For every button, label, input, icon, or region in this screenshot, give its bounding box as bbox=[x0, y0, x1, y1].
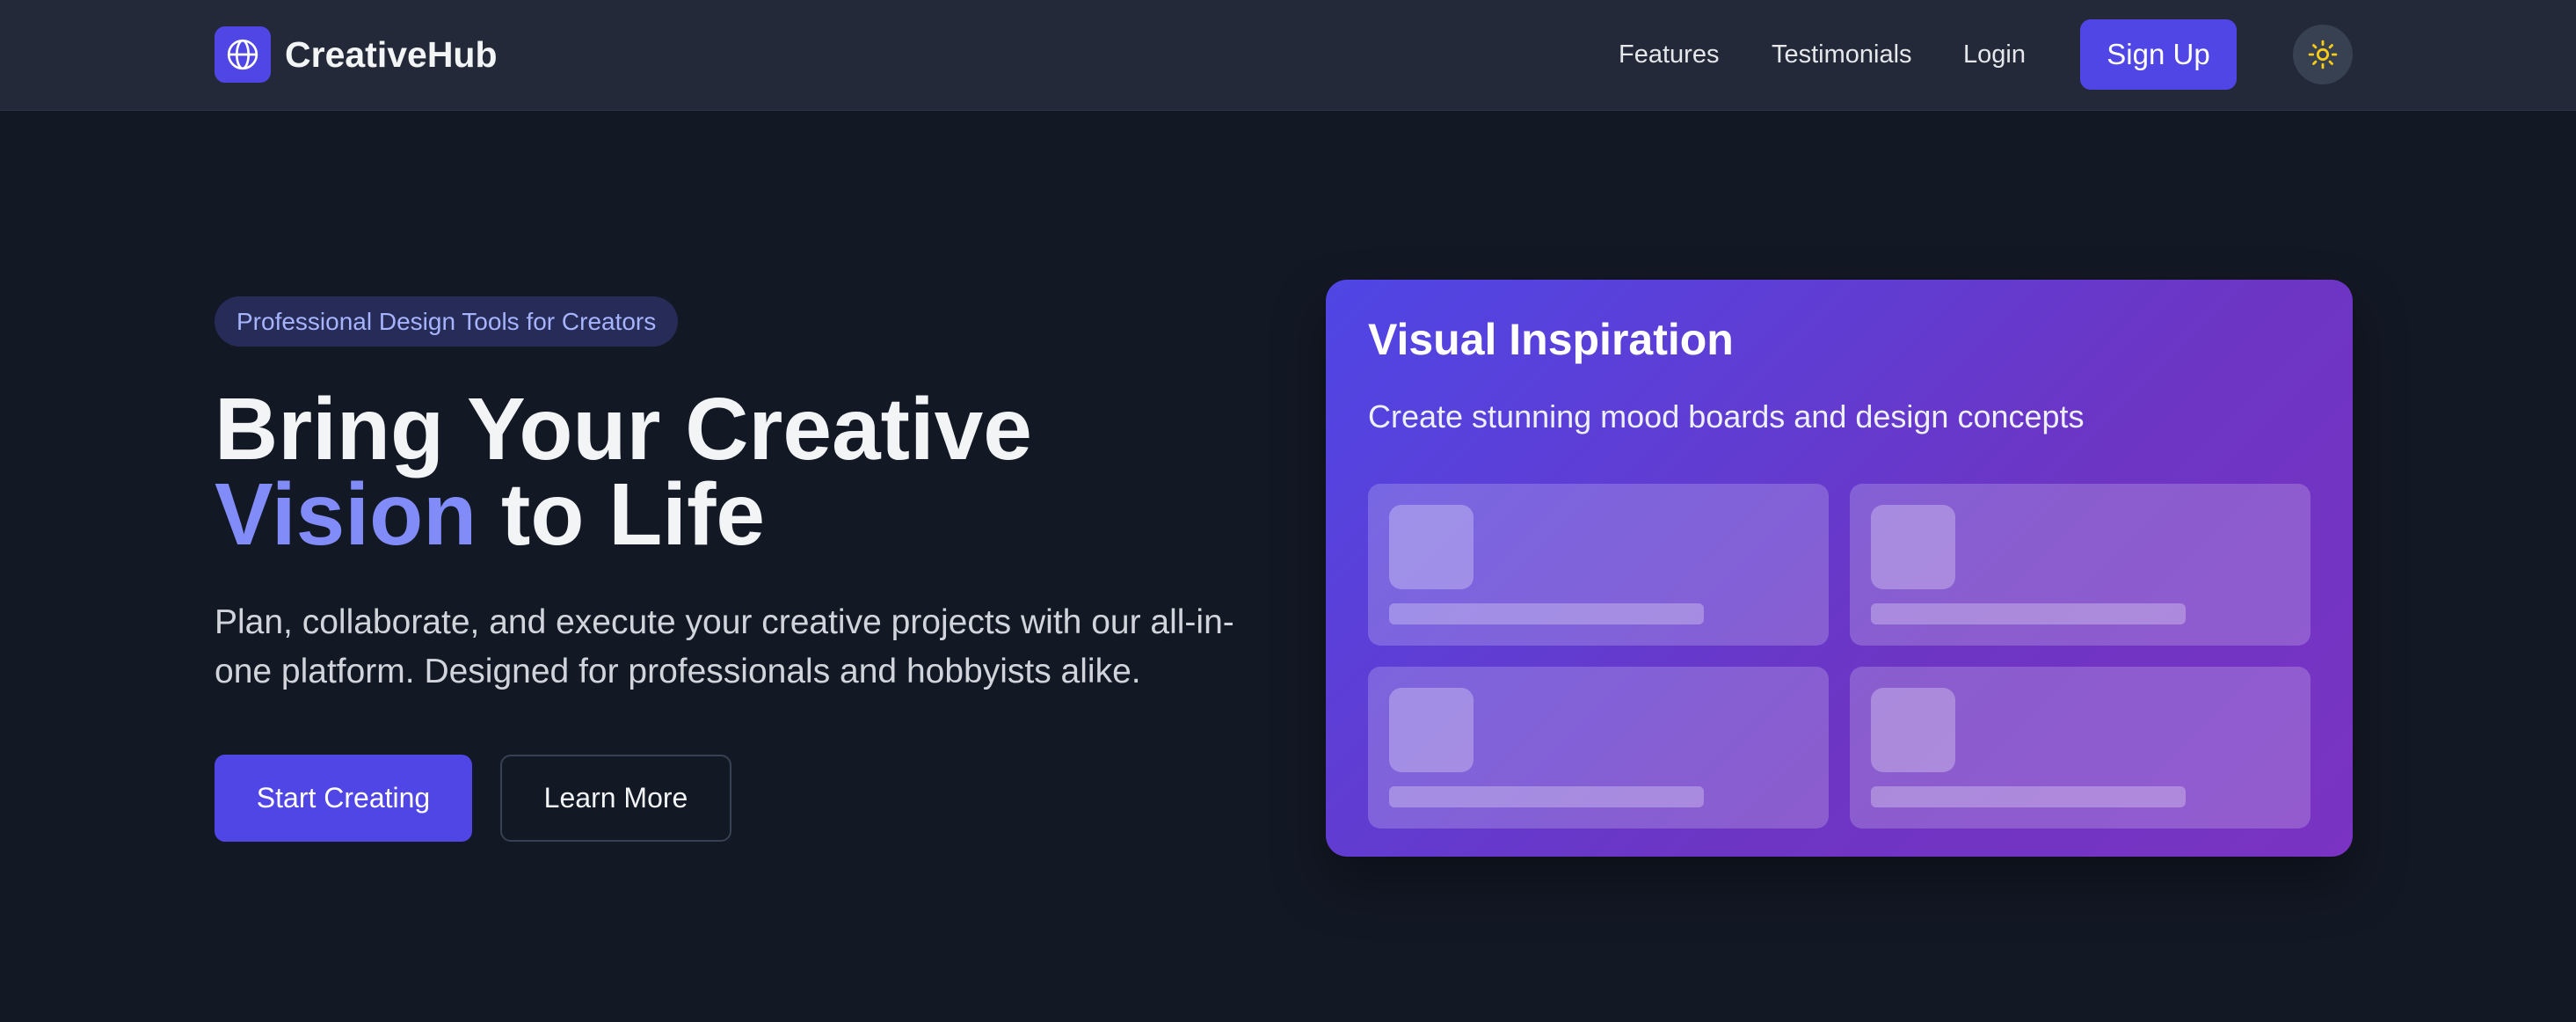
headline-accent-word: Vision bbox=[215, 465, 477, 564]
hero-headline: Bring Your Creative Vision to Life bbox=[215, 385, 1270, 558]
hero-description: Plan, collaborate, and execute your crea… bbox=[215, 603, 1234, 690]
card-subtitle: Create stunning mood boards and design c… bbox=[1368, 398, 2085, 434]
mood-board-tile bbox=[1368, 484, 1829, 646]
visual-inspiration-card: Visual Inspiration Create stunning mood … bbox=[1326, 280, 2353, 857]
tile-placeholder-bar bbox=[1389, 786, 1704, 807]
mood-board-tile bbox=[1850, 667, 2310, 829]
tile-thumbnail bbox=[1871, 688, 1955, 772]
start-creating-button[interactable]: Start Creating bbox=[215, 755, 472, 842]
tile-thumbnail bbox=[1871, 505, 1955, 589]
tile-placeholder-bar bbox=[1389, 603, 1704, 624]
top-nav: CreativeHub Features Testimonials Login … bbox=[0, 0, 2576, 111]
tile-thumbnail bbox=[1389, 505, 1474, 589]
tile-placeholder-bar bbox=[1871, 603, 2186, 624]
theme-toggle-button[interactable] bbox=[2293, 25, 2353, 84]
hero-badge: Professional Design Tools for Creators bbox=[215, 296, 679, 347]
nav-link-login[interactable]: Login bbox=[1963, 39, 2026, 70]
headline-rest: to Life bbox=[477, 465, 765, 564]
mood-board-tile bbox=[1368, 667, 1829, 829]
nav-link-features[interactable]: Features bbox=[1619, 39, 1719, 70]
tile-placeholder-bar bbox=[1871, 786, 2186, 807]
sign-up-button[interactable]: Sign Up bbox=[2080, 19, 2237, 90]
tile-thumbnail bbox=[1389, 688, 1474, 772]
mood-board-tile bbox=[1850, 484, 2310, 646]
brand-name[interactable]: CreativeHub bbox=[285, 33, 498, 76]
logo[interactable] bbox=[215, 26, 271, 83]
globe-icon bbox=[227, 39, 258, 70]
sun-icon bbox=[2308, 40, 2338, 69]
learn-more-button[interactable]: Learn More bbox=[500, 755, 731, 842]
headline-line-1: Bring Your Creative bbox=[215, 380, 1032, 478]
nav-link-testimonials[interactable]: Testimonials bbox=[1772, 39, 1912, 70]
card-title: Visual Inspiration bbox=[1368, 315, 1734, 364]
